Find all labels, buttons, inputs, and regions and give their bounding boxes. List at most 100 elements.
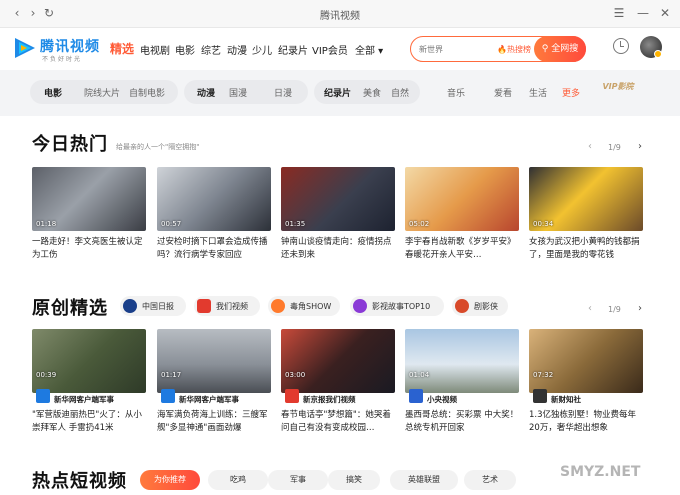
original-card-thumbnail[interactable]: 03:00 [281,329,395,393]
shorts-tab-recommended[interactable]: 为你推荐 [140,470,200,490]
nav-movies[interactable]: 电影 [175,42,195,57]
video-title[interactable]: 钟南山谈疫情走向：疫情拐点还未到来 [281,236,395,262]
video-title[interactable]: 墨西哥总统：买彩票 中大奖！总统专机开回家 [405,409,519,435]
shorts-tab-lol[interactable]: 英雄联盟 [390,470,458,490]
channel-film-stories-top10[interactable]: 影视故事TOP10 [350,296,444,316]
hot-search-link[interactable]: 🔥热搜榜 [497,44,531,55]
shorts-tab-military[interactable]: 军事 [268,470,328,490]
video-title[interactable]: 1.3亿独栋别墅！物业费每年20万，奢华超出想象 [529,409,643,435]
juyingxia-icon [455,299,469,313]
shorts-tab-funny[interactable]: 搞笑 [328,470,380,490]
tencent-video-logo-icon[interactable] [12,36,38,60]
video-source[interactable]: 新京报我们视频 [281,389,395,405]
video-title[interactable]: 春节电话亭"梦想篇"：她哭着问自己有没有变成校园… [281,409,395,435]
search-input[interactable] [419,42,499,56]
channel-dujiao-show[interactable]: 毒角SHOW [268,296,340,316]
video-duration: 01:18 [36,220,57,228]
minimize-icon[interactable]: — [636,6,650,20]
video-source[interactable]: 新华网客户端军事 [157,389,271,405]
nav-all-dropdown[interactable]: 全部 ▾ [355,42,383,57]
hot-section-subtitle: 给最亲的人一个"隔空拥抱" [116,143,200,151]
nav-kids[interactable]: 少儿 [252,42,272,57]
nav-variety[interactable]: 综艺 [201,42,221,57]
top-header: 腾讯视频 不负好时光 精选 电视剧 电影 综艺 动漫 少儿 纪录片 VIP会员 … [0,28,680,70]
video-source[interactable]: 新财知社 [529,389,643,405]
original-section-title: 原创精选 [32,298,108,319]
original-card-thumbnail[interactable]: 07:32 [529,329,643,393]
original-card[interactable]: 01:04 小央视频 墨西哥总统：买彩票 中大奖！总统专机开回家 [405,329,519,435]
nav-featured[interactable]: 精选 [110,40,134,57]
channel-name: 中国日报 [142,302,174,311]
history-clock-icon[interactable] [613,38,629,54]
hot-card[interactable]: 01:35 钟南山谈疫情走向：疫情拐点还未到来 [281,167,395,262]
subnav-love-watch[interactable]: 爱看 [494,86,512,99]
channel-name: 剧影侠 [474,302,498,311]
video-source[interactable]: 小央视频 [405,389,519,405]
vip-cinema-badge[interactable]: VIP影院 [598,74,638,100]
subnav-life[interactable]: 生活 [529,86,547,99]
subnav-japanese-anime[interactable]: 日漫 [274,86,292,99]
hot-prev-icon[interactable]: ‹ [588,141,592,152]
channel-juyingxia[interactable]: 剧影侠 [452,296,508,316]
subnav-more[interactable]: 更多 [562,86,580,99]
video-title[interactable]: 海军满负荷海上训练：三艘军舰"多显神通"画面劲爆 [157,409,271,435]
original-card[interactable]: 03:00 新京报我们视频 春节电话亭"梦想篇"：她哭着问自己有没有变成校园… [281,329,395,435]
hot-card[interactable]: 00:57 过安检时摘下口罩会造成传播吗？流行病学专家回应 [157,167,271,262]
video-title[interactable]: 女孩为武汉把小黄鸭的钱都捐了，里面是我的零花钱 [529,236,643,262]
subnav-movies[interactable]: 电影 [44,86,62,99]
channel-our-video[interactable]: 我们视频 [194,296,260,316]
xinhua-logo-icon [161,389,175,403]
subnav-anime[interactable]: 动漫 [197,86,215,99]
original-card[interactable]: 01:17 新华网客户端军事 海军满负荷海上训练：三艘军舰"多显神通"画面劲爆 [157,329,271,435]
original-card[interactable]: 07:32 新财知社 1.3亿独栋别墅！物业费每年20万，奢华超出想象 [529,329,643,435]
hot-card[interactable]: 00:34 女孩为武汉把小黄鸭的钱都捐了，里面是我的零花钱 [529,167,643,262]
channel-china-daily[interactable]: 中国日报 [120,296,186,316]
original-card-thumbnail[interactable]: 00:39 [32,329,146,393]
shorts-section-title: 热点短视频 [32,471,127,492]
subnav-original-movies[interactable]: 自制电影 [129,86,165,99]
close-icon[interactable]: ✕ [658,6,672,20]
shorts-tab-art[interactable]: 艺术 [464,470,516,490]
hot-card[interactable]: 05:02 李宇春肖战新歌《岁岁平安》 春暖花开亲人平安… [405,167,519,262]
menu-icon[interactable]: ☰ [612,6,626,20]
china-daily-icon [123,299,137,313]
original-pager: 1/9 [608,305,621,314]
nav-tv-series[interactable]: 电视剧 [140,42,170,57]
video-source-name: 新华网客户端军事 [54,395,114,404]
search-button[interactable]: ⚲ 全网搜 [534,36,586,62]
subnav-chinese-anime[interactable]: 国漫 [229,86,247,99]
original-prev-icon[interactable]: ‹ [588,303,592,314]
hot-next-icon[interactable]: › [638,141,642,152]
video-source[interactable]: 新华网客户端军事 [32,389,146,405]
original-card[interactable]: 00:39 新华网客户端军事 "军营版迪丽热巴"火了：从小崇拜军人 手雷扔41米 [32,329,146,435]
video-title[interactable]: 李宇春肖战新歌《岁岁平安》 春暖花开亲人平安… [405,236,519,262]
nav-vip[interactable]: VIP会员 [312,42,348,57]
hot-card-thumbnail[interactable]: 01:35 [281,167,395,231]
hot-card-thumbnail[interactable]: 00:34 [529,167,643,231]
hot-card-thumbnail[interactable]: 00:57 [157,167,271,231]
original-card-thumbnail[interactable]: 01:04 [405,329,519,393]
original-card-thumbnail[interactable]: 01:17 [157,329,271,393]
subnav-documentary[interactable]: 纪录片 [324,86,351,99]
video-source-name: 小央视频 [427,395,457,404]
video-title[interactable]: 一路走好！李文亮医生被认定为工伤 [32,236,146,262]
brand-name[interactable]: 腾讯视频 [40,36,100,56]
video-title[interactable]: "军营版迪丽热巴"火了：从小崇拜军人 手雷扔41米 [32,409,146,435]
video-duration: 01:35 [285,220,306,228]
nav-documentary[interactable]: 纪录片 [278,42,308,57]
original-next-icon[interactable]: › [638,303,642,314]
subnav-nature[interactable]: 自然 [391,86,409,99]
hot-card-thumbnail[interactable]: 01:18 [32,167,146,231]
window-title: 腾讯视频 [320,11,360,22]
subnav-music[interactable]: 音乐 [447,86,465,99]
search-button-label: 全网搜 [551,44,579,54]
subnav-theater-movies[interactable]: 院线大片 [84,86,120,99]
shorts-tab-pubg[interactable]: 吃鸡 [208,470,268,490]
nav-anime[interactable]: 动漫 [227,42,247,57]
hot-card-thumbnail[interactable]: 05:02 [405,167,519,231]
video-title[interactable]: 过安检时摘下口罩会造成传播吗？流行病学专家回应 [157,236,271,262]
channel-name: 影视故事TOP10 [372,302,431,311]
hot-card[interactable]: 01:18 一路走好！李文亮医生被认定为工伤 [32,167,146,262]
window-titlebar: ‹ › ↻ 腾讯视频 ☰ — ✕ [0,0,680,28]
subnav-food[interactable]: 美食 [363,86,381,99]
